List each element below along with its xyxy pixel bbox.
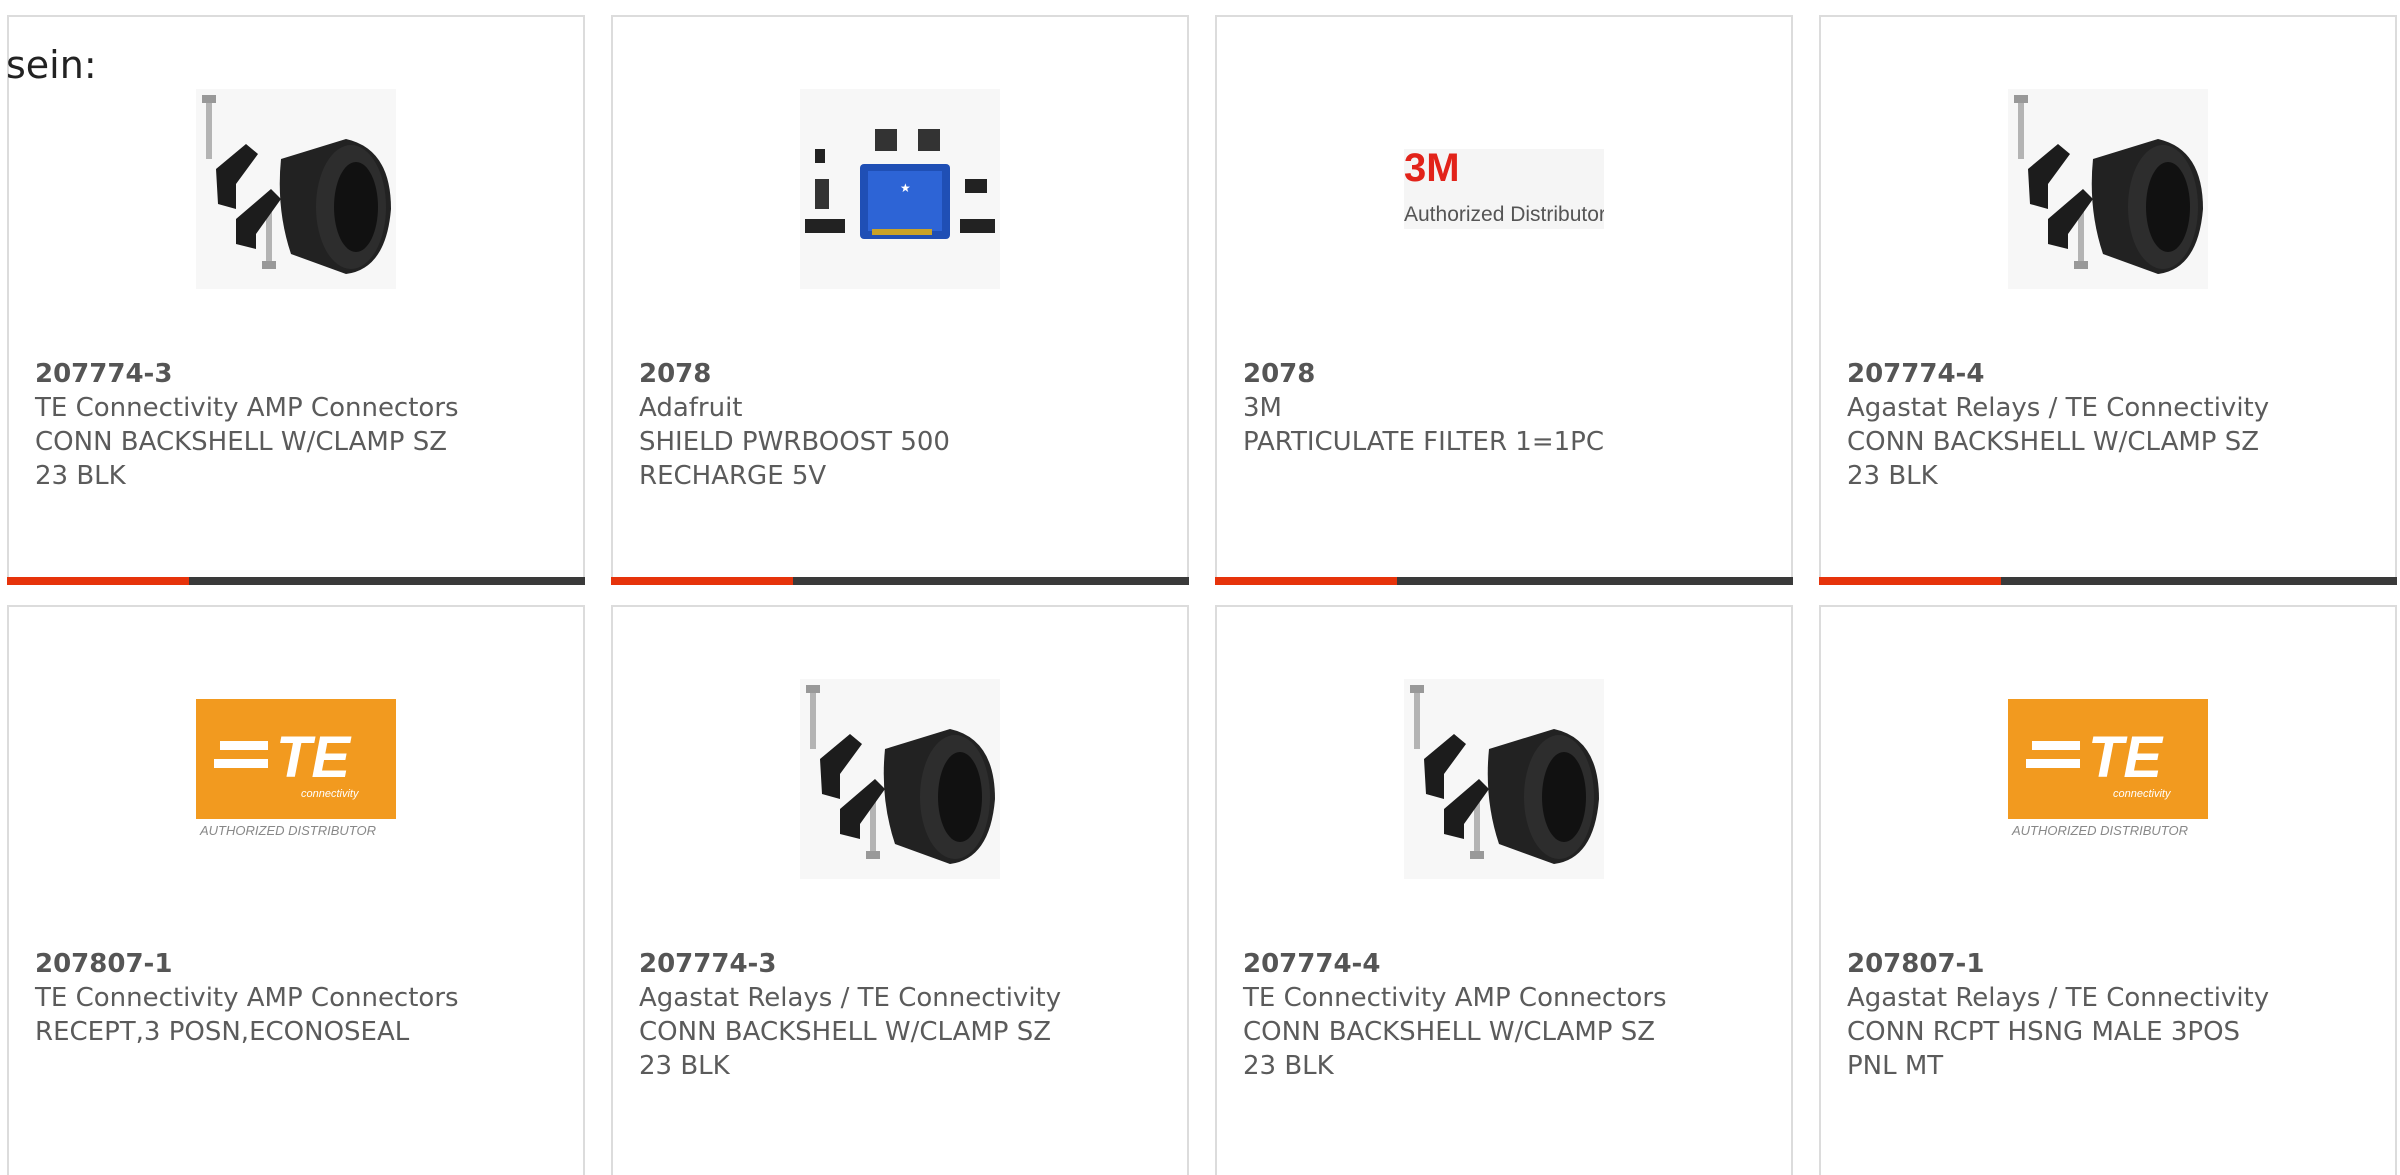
part-number[interactable]: 2078 — [639, 357, 1167, 391]
shield-board-image: ★ — [800, 89, 1000, 289]
product-card[interactable]: 207774-3 Agastat Relays / TE Connectivit… — [611, 605, 1189, 1175]
description-line: PNL MT — [1847, 1051, 1944, 1081]
backshell-clamp-image — [2008, 89, 2208, 289]
card-accent-bar — [7, 577, 585, 585]
part-number[interactable]: 207807-1 — [35, 947, 563, 981]
svg-text:TE: TE — [2088, 725, 2164, 790]
description-line: 23 BLK — [639, 1051, 730, 1081]
svg-text:AUTHORIZED DISTRIBUTOR: AUTHORIZED DISTRIBUTOR — [199, 823, 376, 838]
te-logo-image: TE connectivity AUTHORIZED DISTRIBUTOR — [196, 699, 396, 838]
svg-text:Authorized Distributor: Authorized Distributor — [1404, 203, 1604, 226]
product-card[interactable]: 207774-3 TE Connectivity AMP Connectors … — [7, 15, 585, 585]
manufacturer: TE Connectivity AMP Connectors — [35, 393, 459, 423]
description-line: CONN BACKSHELL W/CLAMP SZ — [35, 427, 448, 457]
product-card[interactable]: TE connectivity AUTHORIZED DISTRIBUTOR 2… — [1819, 605, 2397, 1175]
card-accent-bar — [611, 577, 1189, 585]
svg-text:★: ★ — [900, 181, 911, 195]
manufacturer: Agastat Relays / TE Connectivity — [1847, 393, 2270, 423]
description-line: RECHARGE 5V — [639, 461, 827, 491]
svg-text:TE: TE — [276, 725, 352, 790]
description-line: PARTICULATE FILTER 1=1PC — [1243, 427, 1605, 457]
product-card[interactable]: 3M Authorized Distributor 2078 3M PARTIC… — [1215, 15, 1793, 585]
product-card[interactable]: 207774-4 TE Connectivity AMP Connectors … — [1215, 605, 1793, 1175]
description-line: CONN RCPT HSNG MALE 3POS — [1847, 1017, 2241, 1047]
card-accent-bar — [1819, 577, 2397, 585]
description-line: 23 BLK — [1847, 461, 1938, 491]
svg-text:3M: 3M — [1404, 146, 1460, 190]
description-line: CONN BACKSHELL W/CLAMP SZ — [1243, 1017, 1656, 1047]
manufacturer: Adafruit — [639, 393, 743, 423]
product-card[interactable]: ★ 2078 Adafruit SHIELD PWRBOOST 500 RECH… — [611, 15, 1189, 585]
description-line: 23 BLK — [1243, 1051, 1334, 1081]
part-number[interactable]: 207774-3 — [35, 357, 563, 391]
backshell-clamp-image — [800, 679, 1000, 879]
card-accent-bar — [1215, 577, 1793, 585]
part-number[interactable]: 207774-4 — [1243, 947, 1771, 981]
manufacturer: 3M — [1243, 393, 1282, 423]
product-card[interactable]: 207774-4 Agastat Relays / TE Connectivit… — [1819, 15, 2397, 585]
manufacturer: TE Connectivity AMP Connectors — [35, 983, 459, 1013]
svg-text:AUTHORIZED DISTRIBUTOR: AUTHORIZED DISTRIBUTOR — [2011, 823, 2188, 838]
part-number[interactable]: 207774-4 — [1847, 357, 2375, 391]
te-logo-image: TE connectivity AUTHORIZED DISTRIBUTOR — [2008, 699, 2208, 838]
manufacturer: Agastat Relays / TE Connectivity — [639, 983, 1062, 1013]
part-number[interactable]: 207774-3 — [639, 947, 1167, 981]
3m-logo-image: 3M Authorized Distributor — [1404, 146, 1604, 229]
svg-text:connectivity: connectivity — [2113, 788, 2172, 800]
description-line: SHIELD PWRBOOST 500 — [639, 427, 950, 457]
description-line: CONN BACKSHELL W/CLAMP SZ — [1847, 427, 2260, 457]
description-line: 23 BLK — [35, 461, 126, 491]
backshell-clamp-image — [196, 89, 396, 289]
part-number[interactable]: 2078 — [1243, 357, 1771, 391]
product-card[interactable]: TE connectivity AUTHORIZED DISTRIBUTOR 2… — [7, 605, 585, 1175]
manufacturer: Agastat Relays / TE Connectivity — [1847, 983, 2270, 1013]
manufacturer: TE Connectivity AMP Connectors — [1243, 983, 1667, 1013]
description-line: RECEPT,3 POSN,ECONOSEAL — [35, 1017, 410, 1047]
backshell-clamp-image — [1404, 679, 1604, 879]
svg-text:connectivity: connectivity — [301, 788, 360, 800]
part-number[interactable]: 207807-1 — [1847, 947, 2375, 981]
description-line: CONN BACKSHELL W/CLAMP SZ — [639, 1017, 1052, 1047]
intro-text: sein: — [6, 43, 97, 87]
